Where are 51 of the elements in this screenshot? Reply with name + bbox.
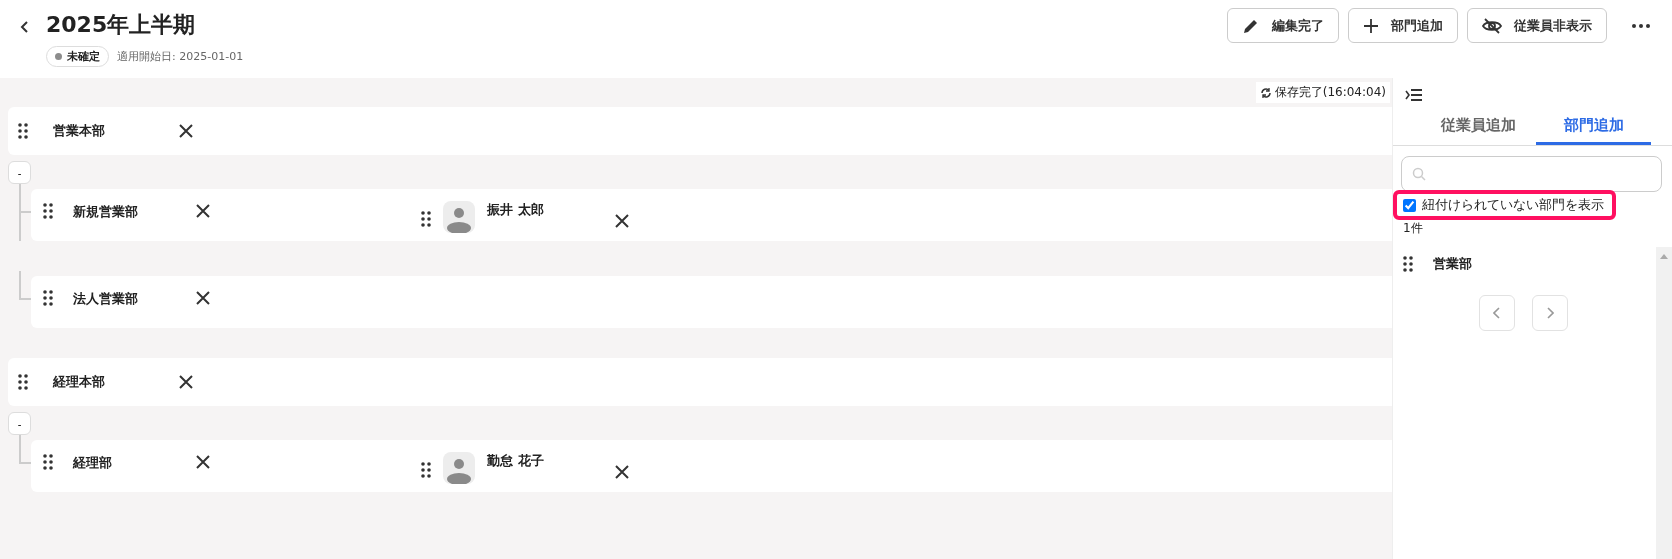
close-icon[interactable] (195, 454, 211, 470)
sync-icon (1259, 86, 1272, 99)
search-field[interactable] (1401, 156, 1662, 192)
page-title: 2025年上半期 (46, 11, 197, 39)
collapse-toggle[interactable]: - (8, 161, 31, 184)
back-icon[interactable] (20, 20, 30, 34)
department-name: 法人営業部 (73, 290, 139, 308)
drag-handle-icon[interactable] (421, 211, 431, 227)
department-name: 経理部 (73, 454, 113, 472)
drag-handle-icon[interactable] (43, 290, 53, 306)
employee-name: 振井 太郎 (487, 201, 545, 219)
effective-date: 適用開始日: 2025-01-01 (117, 49, 244, 64)
search-icon (1412, 167, 1426, 181)
drag-handle-icon[interactable] (18, 123, 28, 139)
close-icon[interactable] (614, 213, 630, 229)
close-icon[interactable] (195, 290, 211, 306)
drag-handle-icon[interactable] (18, 374, 28, 390)
department-name: 営業本部 (53, 122, 106, 140)
result-count: 1件 (1402, 220, 1424, 237)
tab[interactable]: 従業員追加 (1421, 112, 1536, 145)
close-icon[interactable] (614, 464, 630, 480)
save-status: 保存完了(16:04:04) (1255, 82, 1390, 103)
close-icon[interactable] (195, 203, 211, 219)
close-icon[interactable] (178, 123, 194, 139)
drag-handle-icon[interactable] (43, 203, 53, 219)
drag-handle-icon[interactable] (1403, 256, 1413, 272)
avatar-icon (443, 201, 475, 233)
employee-name: 勤怠 花子 (487, 452, 545, 470)
department-name: 新規営業部 (73, 203, 139, 221)
collapse-panel-icon[interactable] (1405, 88, 1423, 102)
chevron-right-icon (1546, 307, 1554, 319)
chevron-left-icon (1493, 307, 1501, 319)
eye-off-icon (1482, 16, 1502, 35)
department-item[interactable]: 営業部 (1433, 255, 1472, 273)
avatar-icon (443, 452, 475, 484)
department-name: 経理本部 (53, 373, 106, 391)
checkbox-label[interactable]: 紐付けられていない部門を表示 (1422, 196, 1604, 214)
close-icon[interactable] (178, 374, 194, 390)
collapse-toggle[interactable]: - (8, 412, 31, 435)
checkbox[interactable] (1403, 198, 1416, 212)
hide-button[interactable]: 従業員非表示 (1467, 8, 1607, 43)
tree-connector (19, 271, 31, 300)
more-icon[interactable] (1632, 23, 1650, 28)
edit-button[interactable]: 編集完了 (1227, 8, 1339, 43)
tab[interactable]: 部門追加 (1536, 112, 1651, 145)
add-button[interactable]: 部門追加 (1348, 8, 1458, 43)
drag-handle-icon[interactable] (43, 454, 53, 470)
tree-connector (19, 435, 31, 464)
plus-icon (1363, 17, 1379, 34)
drag-handle-icon[interactable] (421, 462, 431, 478)
tree-connector (19, 184, 31, 241)
